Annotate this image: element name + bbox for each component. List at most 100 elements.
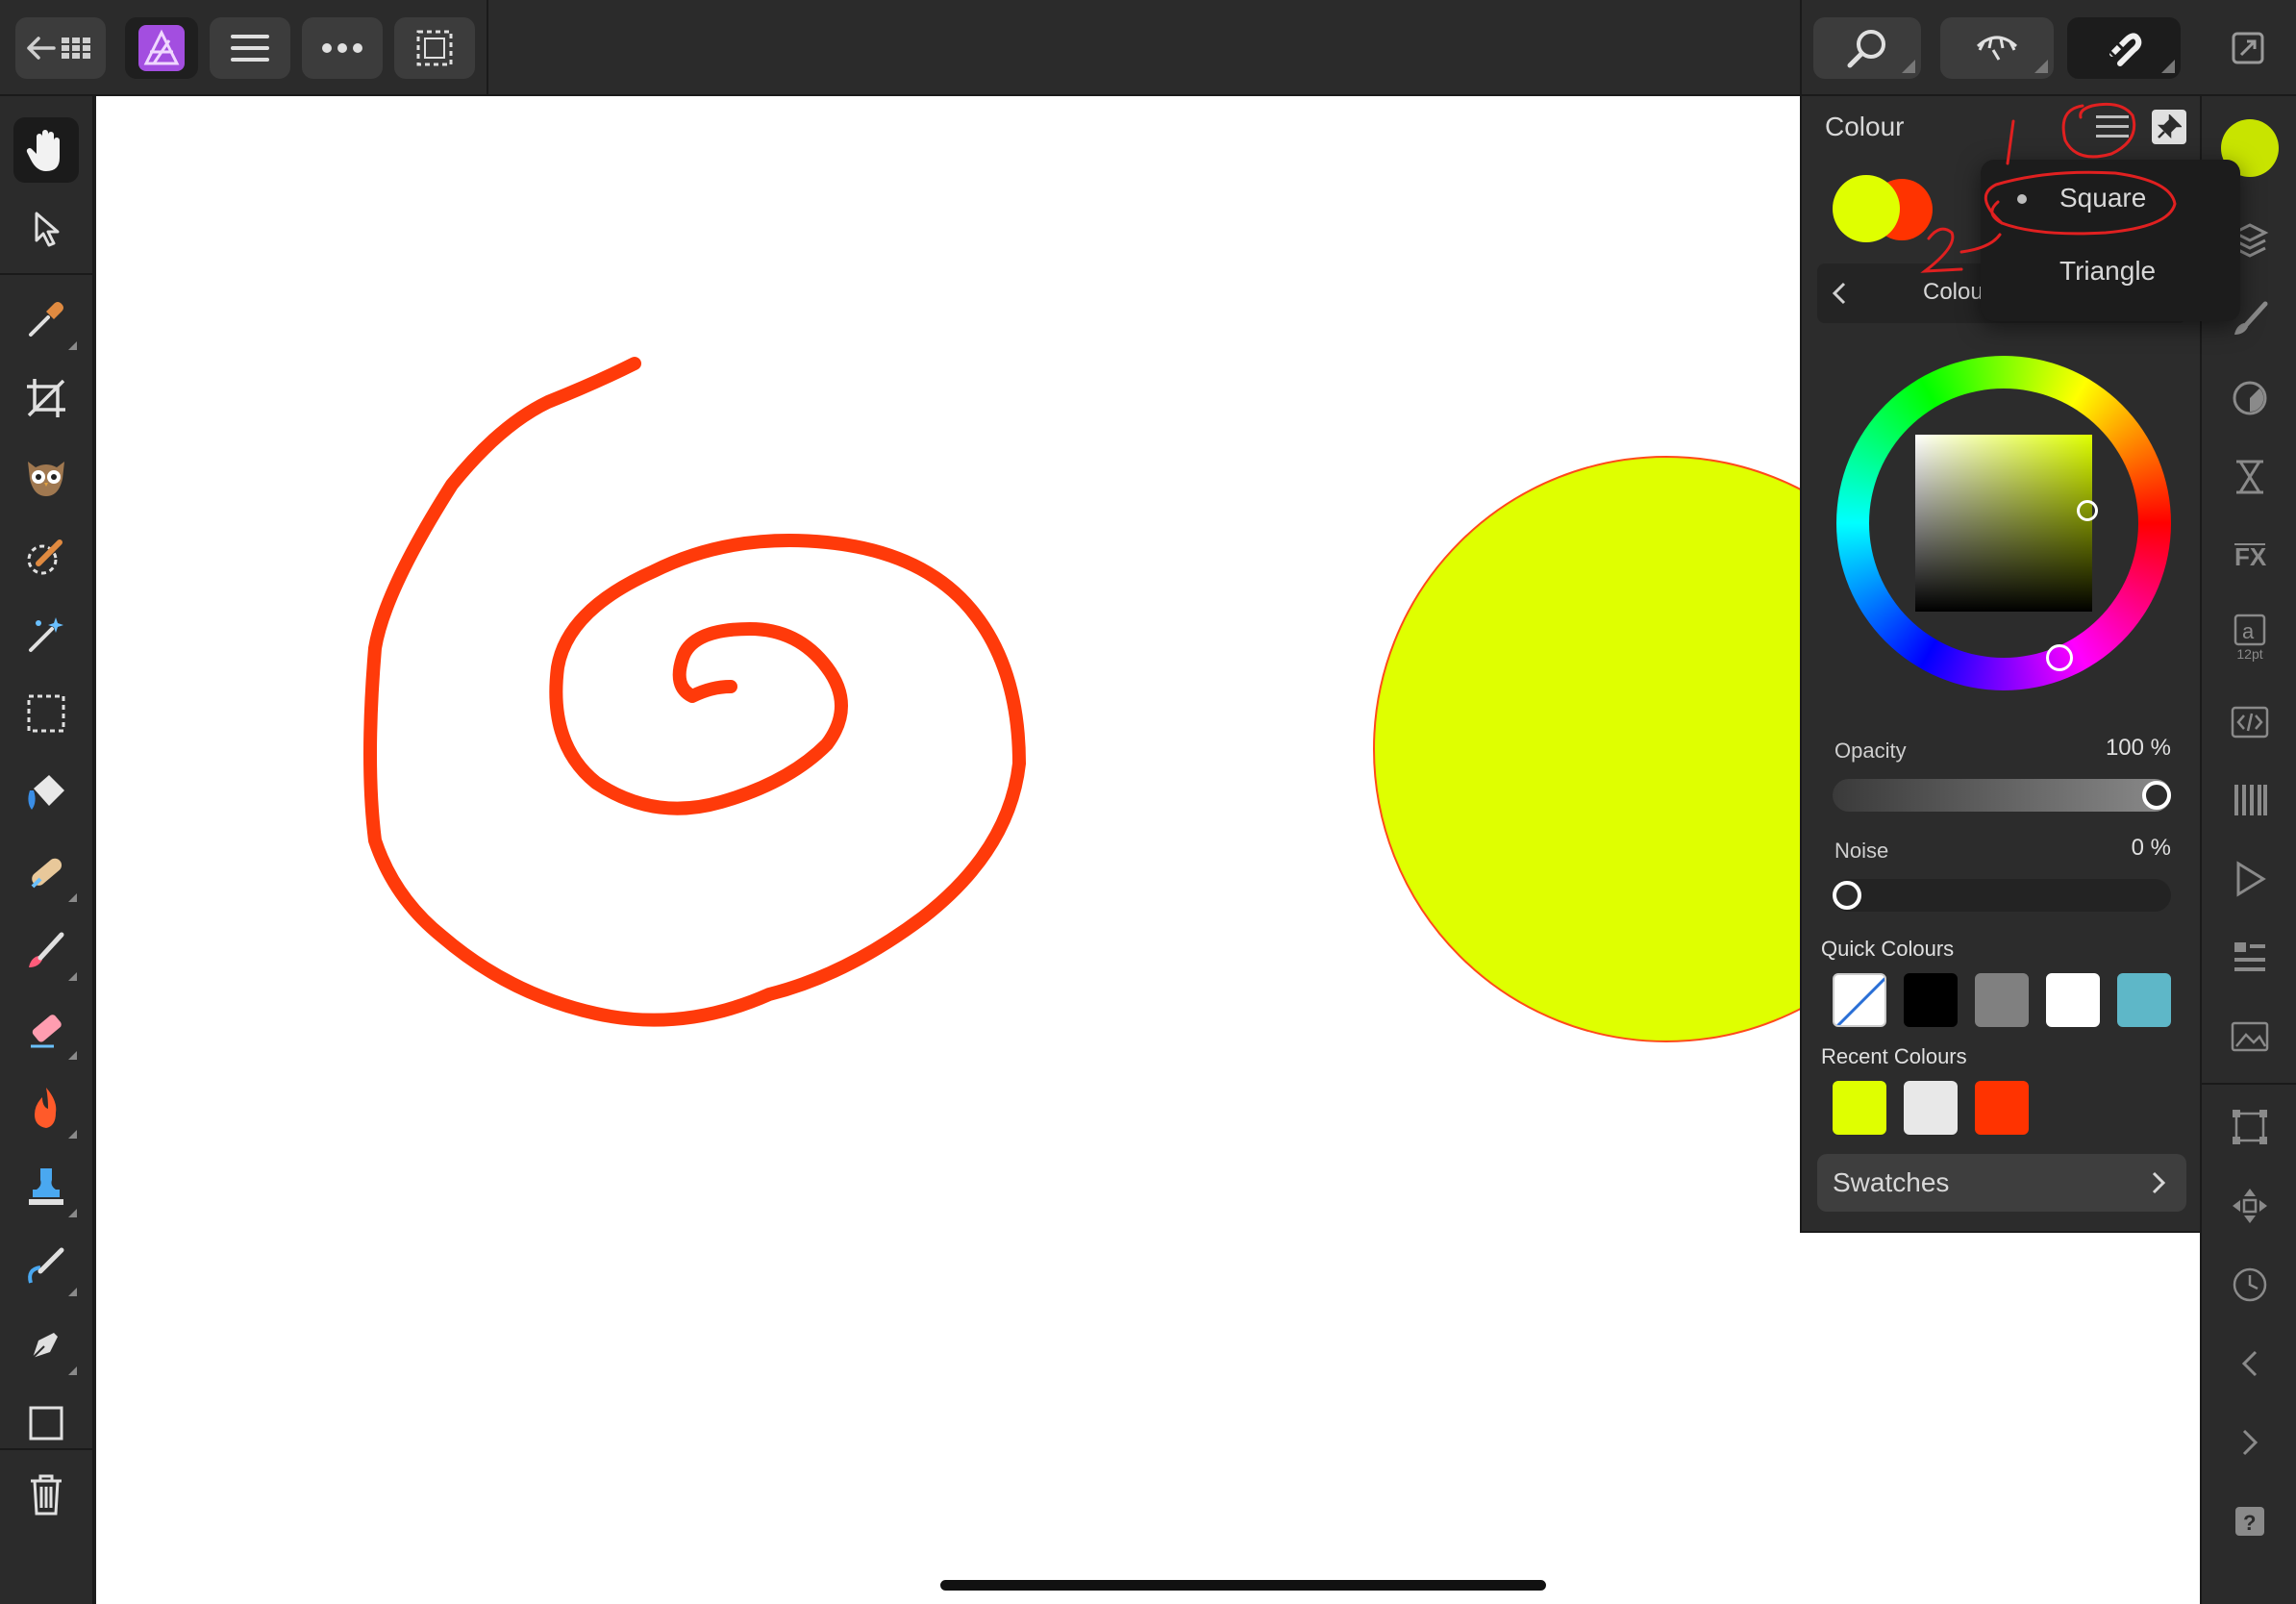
studio-separator xyxy=(2202,1083,2296,1085)
persona-button[interactable] xyxy=(125,17,198,79)
marquee-tool[interactable] xyxy=(13,681,79,746)
colour-wheel[interactable] xyxy=(1836,356,2171,690)
rectangle-tool[interactable] xyxy=(13,1391,79,1456)
transform-studio-button[interactable] xyxy=(2217,1096,2283,1158)
zoom-button[interactable] xyxy=(1813,17,1921,79)
hamburger-icon xyxy=(2096,115,2129,138)
flame-icon xyxy=(35,1088,57,1128)
tool-group-indicator xyxy=(68,972,77,981)
stamp-icon xyxy=(29,1168,63,1205)
move-studio-button[interactable] xyxy=(2217,1175,2283,1237)
pointer-icon xyxy=(35,212,60,247)
back-grid-icon xyxy=(27,37,90,60)
prev-icon xyxy=(2241,1350,2258,1377)
clone-tool[interactable] xyxy=(13,1154,79,1219)
previous-button[interactable] xyxy=(2217,1333,2283,1394)
selection-button[interactable] xyxy=(394,17,475,79)
selection-brush-tool[interactable] xyxy=(13,523,79,589)
menu-item-square[interactable]: Square xyxy=(1981,160,2240,235)
macro-studio-button[interactable] xyxy=(2217,848,2283,910)
document-menu-button[interactable] xyxy=(210,17,290,79)
move-arrows-icon xyxy=(2233,1189,2267,1223)
list-studio-button[interactable] xyxy=(2217,927,2283,989)
pen-tool[interactable] xyxy=(13,1312,79,1377)
recent-colour-yellow[interactable] xyxy=(1833,1081,1886,1135)
svg-text:?: ? xyxy=(2243,1511,2256,1535)
swatches-button[interactable]: Swatches xyxy=(1817,1154,2186,1212)
sb-picker-handle[interactable] xyxy=(2077,500,2098,521)
delete-tool[interactable] xyxy=(13,1462,79,1527)
ellipsis-icon xyxy=(322,43,362,53)
panel-menu-button[interactable] xyxy=(2090,108,2134,146)
history-studio-button[interactable] xyxy=(2217,1254,2283,1316)
tools-panel xyxy=(0,96,94,1604)
text-12pt-icon: a xyxy=(2234,614,2266,646)
fx-studio-button[interactable]: FX xyxy=(2217,525,2283,587)
recent-colour-red[interactable] xyxy=(1975,1081,2029,1135)
selected-bullet-icon xyxy=(2017,194,2027,204)
menu-item-square-label: Square xyxy=(2059,183,2147,213)
chevron-right-icon xyxy=(2152,1171,2166,1194)
affinity-photo-logo xyxy=(138,25,185,71)
quick-colour-none[interactable] xyxy=(1833,973,1886,1027)
hand-tool[interactable] xyxy=(13,117,79,183)
pin-panel-button[interactable] xyxy=(2152,110,2186,144)
paint-brush-tool[interactable] xyxy=(13,917,79,983)
colour-picker-tool[interactable] xyxy=(13,287,79,352)
saturation-brightness-square[interactable] xyxy=(1915,435,2092,612)
view-quality-button[interactable] xyxy=(1940,17,2054,79)
tool-group-indicator xyxy=(68,1366,77,1375)
toolbar-divider xyxy=(487,0,488,96)
back-to-gallery-button[interactable] xyxy=(15,17,106,79)
owl-tool[interactable] xyxy=(13,444,79,510)
channels-studio-button[interactable] xyxy=(2217,769,2283,831)
quick-colour-grey[interactable] xyxy=(1975,973,2029,1027)
noise-slider-handle[interactable] xyxy=(1833,881,1861,910)
tool-group-indicator xyxy=(68,1288,77,1296)
fullscreen-button[interactable] xyxy=(2217,17,2279,79)
code-studio-button[interactable] xyxy=(2217,690,2283,752)
opacity-slider[interactable] xyxy=(1833,779,2171,812)
text-size-label: 12pt xyxy=(2236,646,2263,662)
menu-item-triangle[interactable]: Triangle xyxy=(1981,240,2240,315)
noise-slider[interactable] xyxy=(1833,879,2171,912)
flood-fill-tool[interactable] xyxy=(13,760,79,825)
stock-studio-button[interactable] xyxy=(2217,1006,2283,1067)
transform-icon xyxy=(2233,1110,2267,1144)
recent-colour-light-grey[interactable] xyxy=(1904,1081,1958,1135)
snapping-button[interactable] xyxy=(2067,17,2181,79)
opacity-slider-handle[interactable] xyxy=(2142,781,2171,810)
healing-brush-tool[interactable] xyxy=(13,839,79,904)
adjustment-studio-button[interactable] xyxy=(2217,367,2283,429)
paint-brush-icon xyxy=(29,932,64,967)
rectangle-icon xyxy=(29,1406,63,1441)
quick-colour-black[interactable] xyxy=(1904,973,1958,1027)
primary-colour-well[interactable] xyxy=(1833,175,1900,242)
list-icon xyxy=(2234,942,2265,971)
pen-nib-icon xyxy=(32,1333,58,1359)
erase-brush-tool[interactable] xyxy=(13,996,79,1062)
hand-icon xyxy=(26,130,60,171)
eyedropper-icon xyxy=(29,302,63,337)
navigator-studio-button[interactable] xyxy=(2217,446,2283,508)
quick-colour-white[interactable] xyxy=(2046,973,2100,1027)
tool-group-indicator xyxy=(68,1209,77,1217)
help-button[interactable]: ? xyxy=(2217,1491,2283,1552)
red-spiral-stroke[interactable] xyxy=(363,357,1026,1027)
smudge-icon xyxy=(28,1247,64,1284)
play-macro-icon xyxy=(2236,861,2266,897)
more-menu-button[interactable] xyxy=(302,17,383,79)
burn-tool[interactable] xyxy=(13,1075,79,1140)
hamburger-icon xyxy=(231,35,269,62)
smudge-tool[interactable] xyxy=(13,1233,79,1298)
eraser-icon xyxy=(31,1015,62,1048)
text-studio-button[interactable]: a 12pt xyxy=(2217,604,2283,671)
crop-tool[interactable] xyxy=(13,365,79,431)
quick-colour-teal[interactable] xyxy=(2117,973,2171,1027)
magic-wand-tool[interactable] xyxy=(13,602,79,667)
navigator-hourglass-icon xyxy=(2236,460,2263,494)
next-button[interactable] xyxy=(2217,1412,2283,1473)
magnifier-icon xyxy=(1847,30,1885,68)
move-tool[interactable] xyxy=(13,196,79,262)
hue-picker-handle[interactable] xyxy=(2046,644,2073,671)
